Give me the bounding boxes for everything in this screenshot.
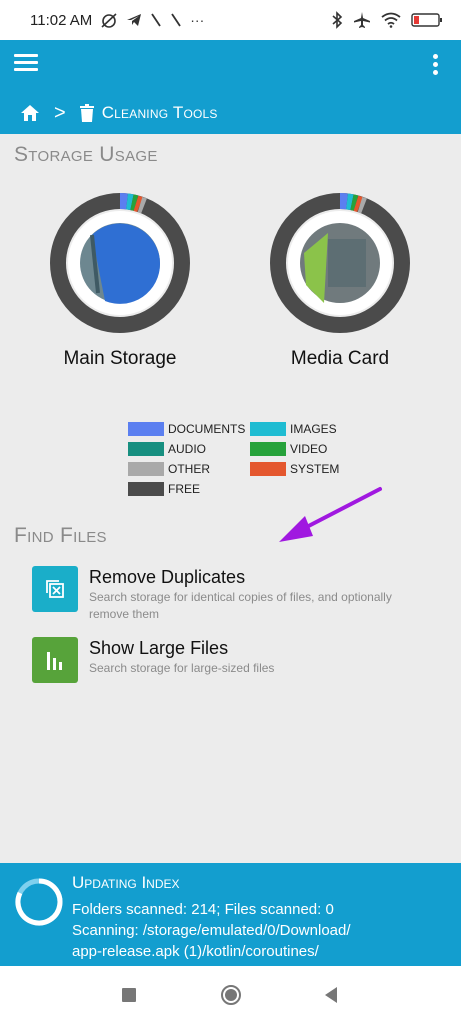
legend-label: DOCUMENTS: [168, 422, 246, 436]
index-scanning-path-cont: app-release.apk (1)/kotlin/coroutines/: [72, 943, 319, 960]
legend-item-other: OTHER: [128, 460, 250, 478]
hamburger-menu-icon[interactable]: [14, 54, 38, 74]
alarm-off-icon: [101, 13, 117, 28]
show-large-files-item[interactable]: Show Large Files Search storage for larg…: [32, 637, 442, 683]
media-card-label: Media Card: [290, 348, 390, 369]
remove-duplicates-title: Remove Duplicates: [89, 567, 246, 587]
legend-swatch: [250, 442, 286, 456]
legend-item-documents: DOCUMENTS: [128, 420, 250, 438]
legend-label: FREE: [168, 482, 201, 496]
show-large-files-subtitle: Search storage for large-sized files: [89, 661, 275, 675]
airplane-icon: [354, 12, 370, 28]
remove-duplicates-item[interactable]: Remove Duplicates Search storage for ide…: [32, 566, 442, 622]
back-icon[interactable]: [323, 985, 339, 1005]
bar-chart-icon: [32, 637, 78, 683]
show-large-files-text: Show Large Files Search storage for larg…: [89, 637, 274, 683]
breadcrumb: > Cleaning Tools: [0, 92, 461, 134]
index-title: Updating Index: [72, 873, 180, 892]
legend-swatch: [250, 462, 286, 476]
main-storage-item[interactable]: Main Storage: [50, 193, 190, 370]
legend-swatch: [250, 422, 286, 436]
breadcrumb-separator: >: [54, 101, 66, 124]
legend-swatch: [128, 462, 164, 476]
progress-spinner-icon: [15, 878, 63, 926]
status-right: [331, 11, 443, 29]
media-card-donut: [270, 193, 410, 333]
bluetooth-icon: [332, 11, 343, 29]
legend-label: IMAGES: [290, 422, 337, 436]
status-bar: 11:02 AM ···: [0, 0, 461, 40]
index-folders-scanned: Folders scanned: 214; Files scanned: 0: [72, 901, 334, 918]
remove-duplicates-subtitle-cont: remove them: [89, 607, 160, 621]
home-icon[interactable]: [20, 104, 40, 122]
legend-label: SYSTEM: [290, 462, 340, 476]
trash-icon: [79, 104, 94, 122]
legend-label: VIDEO: [290, 442, 328, 456]
legend-label: OTHER: [168, 462, 210, 476]
more-notifications-icon: ···: [190, 12, 205, 28]
status-time: 11:02 AM: [30, 11, 93, 29]
main-storage-label: Main Storage: [63, 348, 177, 369]
signal-icon: [151, 13, 162, 27]
duplicates-icon: [32, 566, 78, 612]
recents-icon[interactable]: [121, 985, 137, 1005]
index-scanning-path: Scanning: /storage/emulated/0/Download/: [72, 922, 351, 939]
signal-icon: [171, 13, 182, 27]
battery-icon: [411, 13, 442, 27]
updating-index-bar: Updating Index Folders scanned: 214; Fil…: [0, 863, 461, 966]
telegram-icon: [127, 14, 142, 26]
more-vert-icon[interactable]: [433, 54, 439, 76]
find-files-title: Find Files: [14, 524, 107, 547]
remove-duplicates-subtitle: Search storage for identical copies of f…: [89, 590, 392, 604]
breadcrumb-current[interactable]: Cleaning Tools: [102, 103, 218, 123]
index-text: Updating Index Folders scanned: 214; Fil…: [72, 873, 351, 962]
app-bar: [0, 40, 461, 92]
legend-label: AUDIO: [168, 442, 207, 456]
storage-usage-title: Storage Usage: [14, 143, 158, 166]
legend-item-video: VIDEO: [250, 440, 360, 458]
system-nav-bar: [0, 966, 461, 1024]
legend-item-free: FREE: [128, 480, 250, 498]
legend-item-audio: AUDIO: [128, 440, 250, 458]
remove-duplicates-text: Remove Duplicates Search storage for ide…: [89, 566, 392, 622]
wifi-icon: [381, 12, 401, 28]
media-card-item[interactable]: Media Card: [270, 193, 410, 370]
legend-swatch: [128, 422, 164, 436]
legend-item-images: IMAGES: [250, 420, 360, 438]
home-circle-icon[interactable]: [220, 985, 242, 1007]
legend-swatch: [128, 482, 164, 496]
legend-swatch: [128, 442, 164, 456]
show-large-files-title: Show Large Files: [89, 638, 229, 658]
annotation-arrow-icon: [279, 487, 382, 542]
status-left: 11:02 AM ···: [30, 11, 204, 29]
legend-item-system: SYSTEM: [250, 460, 360, 478]
main-storage-donut: [50, 193, 190, 333]
